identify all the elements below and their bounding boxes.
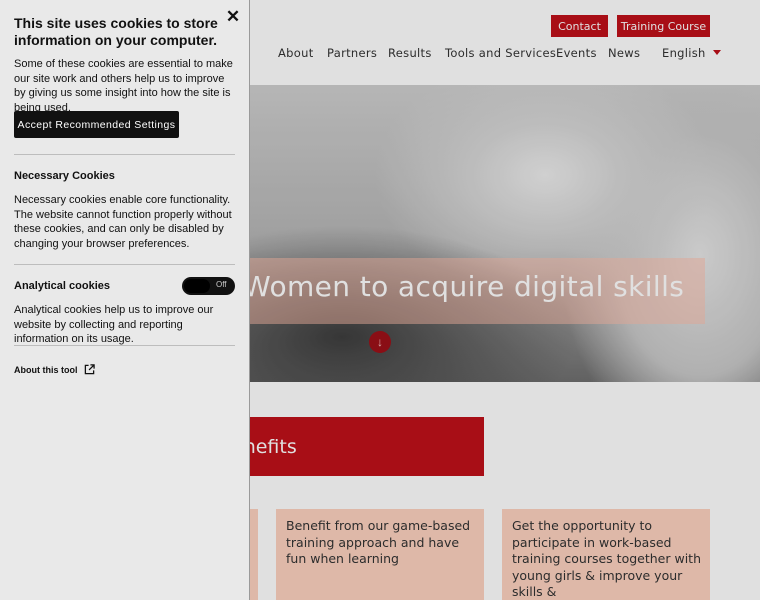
analytical-cookies-heading: Analytical cookies <box>14 280 110 292</box>
cookie-consent-panel: This site uses cookies to store informat… <box>0 0 250 600</box>
necessary-cookies-heading: Necessary Cookies <box>14 170 115 182</box>
necessary-cookies-text: Necessary cookies enable core functional… <box>14 194 232 250</box>
about-this-tool-link[interactable]: About this tool <box>14 364 96 375</box>
about-this-tool-label: About this tool <box>14 364 78 375</box>
accept-recommended-settings-button[interactable]: Accept Recommended Settings <box>14 111 179 138</box>
divider <box>14 154 235 155</box>
cookie-intro-text: Some of these cookies are essential to m… <box>14 58 233 114</box>
cookie-panel-title: This site uses cookies to store informat… <box>14 15 218 48</box>
toggle-state-label: Off <box>216 280 227 289</box>
external-link-icon <box>85 364 96 375</box>
divider <box>14 345 235 346</box>
divider <box>14 264 235 265</box>
analytical-cookies-toggle[interactable]: Off <box>182 277 235 295</box>
toggle-knob <box>184 279 210 293</box>
close-icon[interactable]: ✕ <box>224 8 242 26</box>
analytical-cookies-text: Analytical cookies help us to improve ou… <box>14 304 214 345</box>
